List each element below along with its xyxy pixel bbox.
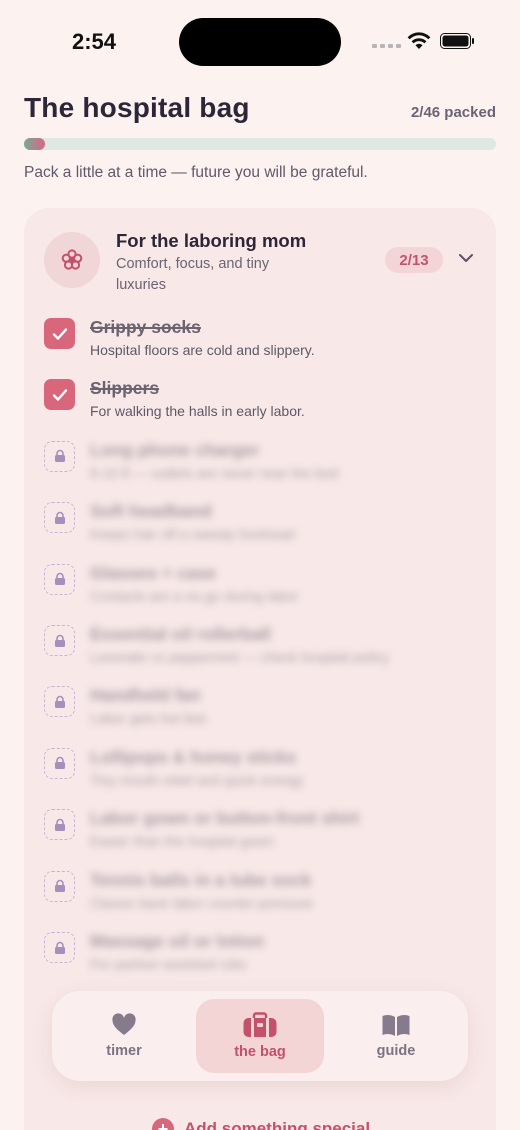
tab-label: guide bbox=[376, 1043, 416, 1059]
checklist-item[interactable]: Slippers For walking the halls in early l… bbox=[44, 377, 484, 429]
item-title: Lollipops & honey sticks bbox=[90, 746, 297, 767]
tagline: Pack a little at a time — future you wil… bbox=[24, 164, 368, 181]
item-description: For partner-assisted rubs bbox=[90, 956, 247, 972]
item-title: Labor gown or button-front shirt bbox=[90, 808, 360, 829]
tab-guide[interactable]: guide bbox=[332, 999, 460, 1073]
add-item-label: Add something special bbox=[184, 1119, 371, 1130]
item-description: Labor gets hot fast bbox=[90, 710, 206, 727]
lock-icon bbox=[54, 511, 65, 524]
category-count-badge: 2/13 bbox=[385, 247, 443, 273]
item-title: Long phone charger bbox=[90, 439, 260, 460]
checklist-item[interactable]: Long phone charger 6-10 ft — outlets are … bbox=[44, 439, 484, 491]
item-title: Grippy socks bbox=[90, 317, 201, 337]
lock-icon bbox=[54, 450, 65, 463]
tab-label: the bag bbox=[234, 1044, 286, 1060]
category-icon-badge bbox=[44, 232, 100, 288]
item-description: Tiny mouth relief and quick energy bbox=[90, 771, 304, 788]
item-title: Essential oil rollerball bbox=[90, 624, 271, 644]
item-title: Handheld fan bbox=[90, 685, 201, 706]
checklist-item[interactable]: Tennis balls in a tube sock Classic back … bbox=[44, 869, 484, 921]
tab-the-bag[interactable]: the bag bbox=[196, 999, 324, 1073]
lock-icon bbox=[54, 634, 65, 647]
lock-icon bbox=[54, 879, 65, 893]
checkmark-icon bbox=[52, 327, 67, 340]
item-description: Hospital floors are cold and slippery. bbox=[90, 342, 315, 358]
item-description: Contacts are a no-go during labor bbox=[90, 587, 299, 604]
status-time: 2:54 bbox=[72, 29, 117, 54]
lock-icon bbox=[54, 818, 65, 831]
checkbox-locked[interactable] bbox=[44, 809, 75, 841]
flower-icon bbox=[61, 249, 83, 270]
checkbox-locked[interactable] bbox=[44, 870, 75, 902]
lock-icon bbox=[54, 695, 65, 708]
checklist-item[interactable]: Lollipops & honey sticks Tiny mouth relie… bbox=[44, 746, 484, 798]
add-item-button[interactable]: + Add something special bbox=[152, 1118, 370, 1130]
checkbox-locked[interactable] bbox=[44, 625, 75, 656]
checkbox-checked[interactable] bbox=[44, 379, 75, 411]
cellular-signal-icon bbox=[372, 44, 401, 48]
packing-progress-bar bbox=[24, 138, 496, 150]
checkbox-locked[interactable] bbox=[44, 563, 75, 595]
checkbox-checked[interactable] bbox=[44, 318, 75, 349]
checkbox-locked[interactable] bbox=[44, 932, 75, 963]
checkbox-locked[interactable] bbox=[44, 686, 75, 718]
tab-bar: timer the bag guide bbox=[52, 991, 468, 1081]
wifi-icon bbox=[407, 32, 431, 49]
item-description: Easier than the hospital gown bbox=[90, 833, 274, 850]
checkbox-locked[interactable] bbox=[44, 440, 75, 472]
checklist-item[interactable]: Labor gown or button-front shirt Easier t… bbox=[44, 807, 484, 859]
lock-icon bbox=[54, 572, 65, 586]
item-description: For walking the halls in early labor. bbox=[90, 403, 305, 420]
heart-icon bbox=[112, 1013, 136, 1035]
checklist-item[interactable]: Glasses + case Contacts are a no-go durin… bbox=[44, 562, 484, 614]
page-header: The hospital bag 2/46 packed bbox=[24, 92, 496, 124]
item-description: 6-10 ft — outlets are never near the bed bbox=[90, 464, 339, 481]
checkmark-icon bbox=[52, 389, 67, 401]
checkbox-locked[interactable] bbox=[44, 747, 75, 779]
book-icon bbox=[382, 1014, 410, 1036]
item-title: Massage oil or lotion bbox=[90, 931, 265, 951]
lock-icon bbox=[54, 941, 65, 954]
packed-count: 2/46 packed bbox=[410, 104, 496, 121]
item-description: Keeps hair off a sweaty forehead bbox=[90, 526, 295, 543]
checkbox-locked[interactable] bbox=[44, 502, 75, 534]
dynamic-island bbox=[179, 18, 341, 66]
item-title: Tennis balls in a tube sock bbox=[90, 869, 312, 890]
tab-timer[interactable]: timer bbox=[60, 999, 188, 1073]
item-description: Classic back labor counter-pressure bbox=[90, 894, 314, 911]
status-bar: 2:54 bbox=[0, 0, 520, 84]
item-title: Glasses + case bbox=[90, 562, 217, 583]
checklist-item[interactable]: Massage oil or lotion For partner-assiste… bbox=[44, 930, 484, 982]
category-title: For the laboring mom bbox=[116, 230, 307, 251]
item-title: Soft headband bbox=[90, 501, 212, 522]
lock-icon bbox=[54, 757, 65, 770]
checklist-item[interactable]: Handheld fan Labor gets hot fast bbox=[44, 684, 484, 736]
item-title: Slippers bbox=[90, 378, 160, 399]
plus-icon: + bbox=[152, 1118, 174, 1130]
checklist-item[interactable]: Essential oil rollerball Lavender or pepp… bbox=[44, 623, 484, 675]
checklist-item[interactable]: Soft headband Keeps hair off a sweaty for… bbox=[44, 500, 484, 552]
tab-label: timer bbox=[106, 1043, 142, 1059]
packing-progress-fill bbox=[24, 138, 45, 150]
item-description: Lavender or peppermint — check hospital … bbox=[90, 649, 389, 665]
battery-icon bbox=[440, 33, 474, 49]
bag-icon bbox=[243, 1012, 277, 1037]
chevron-down-icon[interactable] bbox=[458, 252, 474, 264]
checklist-item[interactable]: Grippy socks Hospital floors are cold and… bbox=[44, 316, 484, 368]
category-subtitle: Comfort, focus, and tiny luxuries bbox=[116, 256, 270, 293]
